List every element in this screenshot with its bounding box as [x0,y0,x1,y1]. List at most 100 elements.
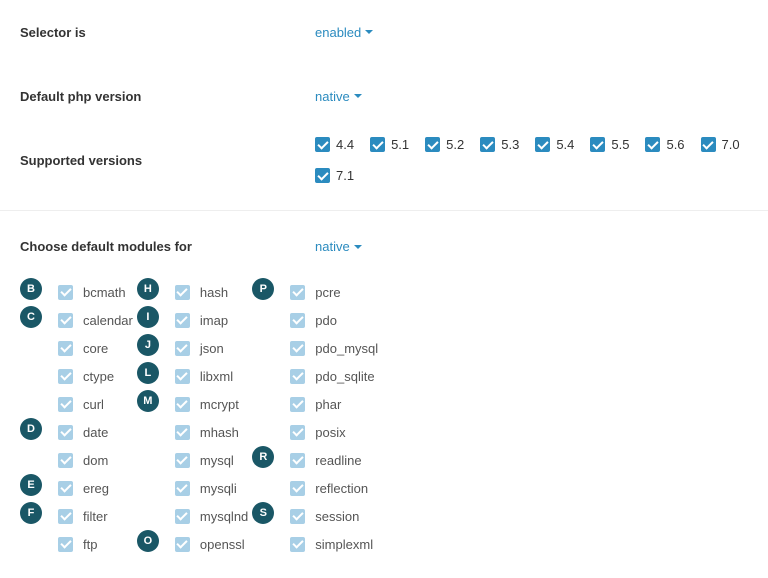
module-checkbox[interactable] [290,537,305,552]
supported-label: Supported versions [20,153,315,168]
version-label: 7.0 [722,137,740,152]
version-label: 5.6 [666,137,684,152]
letter-badge: H [137,278,159,300]
letter-badge: C [20,306,42,328]
letter-badge: M [137,390,159,412]
module-label: mhash [200,425,239,440]
module-label: openssl [200,537,245,552]
version-checkbox[interactable] [370,137,385,152]
module-checkbox[interactable] [175,509,190,524]
module-checkbox[interactable] [175,341,190,356]
caret-down-icon [354,94,362,98]
caret-down-icon [365,30,373,34]
module-label: phar [315,397,341,412]
divider [0,210,768,211]
module-label: posix [315,425,345,440]
module-checkbox[interactable] [175,481,190,496]
module-label: bcmath [83,285,126,300]
version-checkbox[interactable] [701,137,716,152]
module-label: ftp [83,537,97,552]
module-checkbox[interactable] [290,481,305,496]
version-label: 5.4 [556,137,574,152]
version-label: 5.3 [501,137,519,152]
module-label: imap [200,313,228,328]
module-label: mysql [200,453,234,468]
module-label: pdo_mysql [315,341,378,356]
module-label: date [83,425,108,440]
letter-badge: O [137,530,159,552]
module-label: dom [83,453,108,468]
letter-badge: D [20,418,42,440]
module-checkbox[interactable] [58,453,73,468]
letter-badge: B [20,278,42,300]
letter-badge: P [252,278,274,300]
version-checkbox[interactable] [315,168,330,183]
letter-badge: J [137,334,159,356]
module-checkbox[interactable] [58,509,73,524]
module-checkbox[interactable] [290,285,305,300]
module-label: pdo [315,313,337,328]
default-php-dropdown[interactable]: native [315,89,362,104]
module-checkbox[interactable] [58,369,73,384]
version-label: 5.1 [391,137,409,152]
modules-version-value: native [315,239,350,254]
module-checkbox[interactable] [58,341,73,356]
module-checkbox[interactable] [175,537,190,552]
module-checkbox[interactable] [175,313,190,328]
letter-badge: L [137,362,159,384]
version-label: 4.4 [336,137,354,152]
default-php-label: Default php version [20,89,315,104]
letter-badge: I [137,306,159,328]
module-label: readline [315,453,361,468]
module-checkbox[interactable] [175,425,190,440]
module-label: pdo_sqlite [315,369,374,384]
version-checkbox[interactable] [480,137,495,152]
module-checkbox[interactable] [175,397,190,412]
module-checkbox[interactable] [290,425,305,440]
module-label: mcrypt [200,397,239,412]
module-label: reflection [315,481,368,496]
module-label: mysqlnd [200,509,248,524]
module-checkbox[interactable] [175,369,190,384]
module-checkbox[interactable] [290,453,305,468]
letter-badge: F [20,502,42,524]
modules-version-dropdown[interactable]: native [315,239,362,254]
module-label: json [200,341,224,356]
module-checkbox[interactable] [175,453,190,468]
module-checkbox[interactable] [58,313,73,328]
module-checkbox[interactable] [58,285,73,300]
module-label: mysqli [200,481,237,496]
module-label: ereg [83,481,109,496]
version-checkbox[interactable] [315,137,330,152]
module-checkbox[interactable] [58,537,73,552]
module-label: ctype [83,369,114,384]
module-checkbox[interactable] [290,397,305,412]
module-label: libxml [200,369,233,384]
version-checkbox[interactable] [535,137,550,152]
caret-down-icon [354,245,362,249]
modules-header-label: Choose default modules for [20,239,315,254]
letter-badge: S [252,502,274,524]
letter-badge: E [20,474,42,496]
module-checkbox[interactable] [290,369,305,384]
module-checkbox[interactable] [290,341,305,356]
version-checkbox[interactable] [425,137,440,152]
version-checkbox[interactable] [645,137,660,152]
selector-label: Selector is [20,25,315,40]
selector-dropdown[interactable]: enabled [315,25,373,40]
module-label: filter [83,509,108,524]
module-checkbox[interactable] [58,481,73,496]
version-checkbox[interactable] [590,137,605,152]
module-checkbox[interactable] [290,509,305,524]
module-checkbox[interactable] [58,397,73,412]
version-label: 7.1 [336,168,354,183]
default-php-value: native [315,89,350,104]
module-checkbox[interactable] [290,313,305,328]
module-checkbox[interactable] [175,285,190,300]
module-label: simplexml [315,537,373,552]
module-checkbox[interactable] [58,425,73,440]
module-label: calendar [83,313,133,328]
version-label: 5.2 [446,137,464,152]
version-label: 5.5 [611,137,629,152]
module-label: hash [200,285,228,300]
